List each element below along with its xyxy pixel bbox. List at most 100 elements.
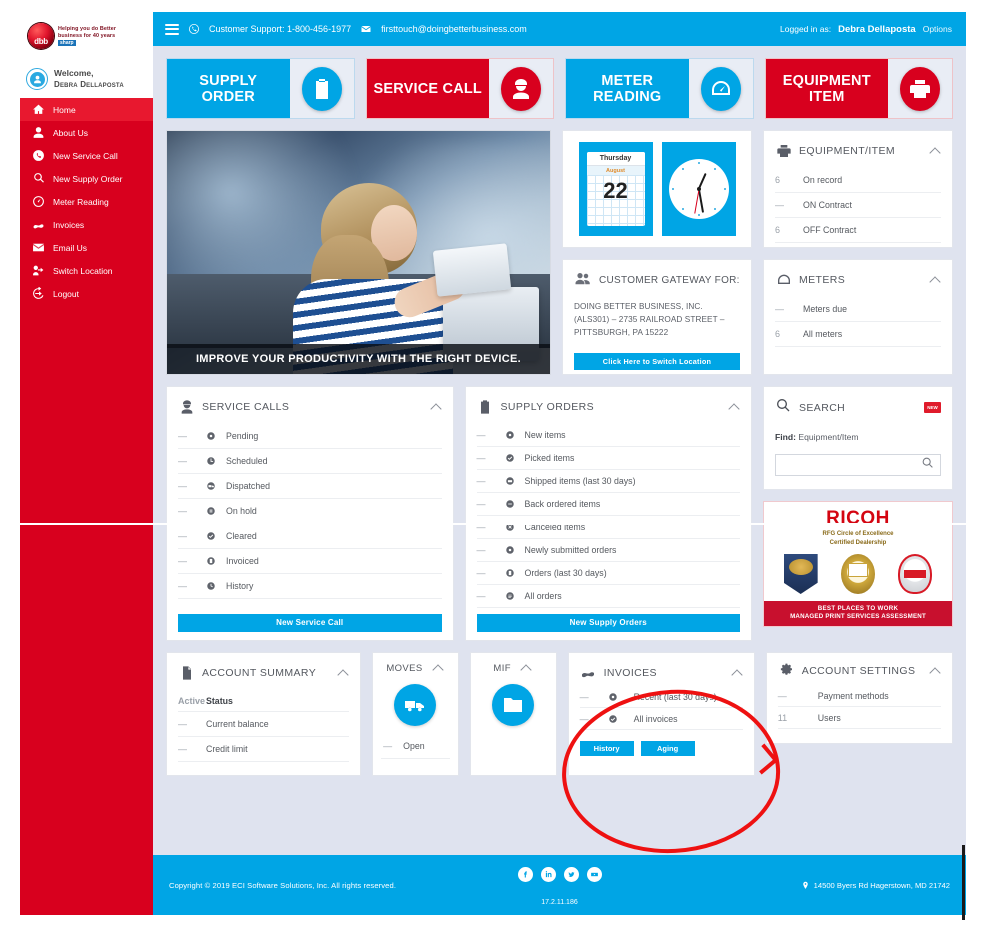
row-label: Recent (last 30 days) [633,691,717,702]
moving-truck-icon[interactable] [394,684,437,726]
row-label: Credit limit [206,744,248,754]
tile-equipment-item[interactable]: EQUIPMENT ITEM [764,58,953,119]
search-input[interactable] [782,459,921,471]
list-item[interactable]: — Orders (last 30 days) [476,562,740,585]
sidebar-item-new-service-call[interactable]: New Service Call [20,144,153,167]
list-item[interactable]: 6 On record [775,168,941,193]
list-item[interactable]: 11 Users [777,707,942,729]
sidebar-item-invoices[interactable]: Invoices [20,213,153,236]
list-item[interactable]: — Picked items [476,447,740,470]
chevron-up-icon[interactable] [729,401,741,413]
chevron-up-icon[interactable] [521,662,533,674]
list-item[interactable]: — Shipped items (last 30 days) [476,470,740,493]
list-item[interactable]: — Back ordered items [476,493,740,516]
linkedin-icon[interactable] [540,867,556,882]
search-input-wrap[interactable] [775,454,941,476]
row-label: Back ordered items [524,499,601,509]
list-item[interactable]: — Dispatched [178,474,442,499]
ricoh-award-banner[interactable]: RICOH RFG Circle of Excellence Certified… [763,501,953,627]
new-service-call-button[interactable]: New Service Call [178,614,442,632]
calendar-month: August [586,166,645,175]
table-row[interactable]: — Current balance [178,712,350,737]
col-status: Status [206,695,233,706]
invoice-icon [32,218,45,231]
list-item[interactable]: — Meters due [775,297,941,322]
doc-icon [505,568,525,578]
circle-dot-icon [608,692,634,702]
search-submit-icon[interactable] [921,456,934,474]
list-item[interactable]: — Newly submitted orders [476,539,740,562]
clipboard-icon [477,398,494,415]
new-supply-orders-button[interactable]: New Supply Orders [476,614,740,632]
folder-icon[interactable] [492,684,535,726]
list-item[interactable]: — On hold [178,499,442,524]
row-count: — [476,476,486,486]
email-text[interactable]: firsttouch@doingbetterbusiness.com [381,24,527,34]
list-item[interactable]: 6 OFF Contract [775,218,941,243]
twitter-icon[interactable] [563,867,579,882]
find-value[interactable]: Equipment/Item [798,432,858,442]
tagline-line2: business for 40 years [58,33,116,39]
sidebar-item-email-us[interactable]: Email Us [20,236,153,259]
middle-column: Thursday August 22 CUSTOMER GATEWAY FOR:… [562,130,752,375]
list-item[interactable]: — Cleared [178,524,442,549]
chevron-up-icon[interactable] [930,665,942,677]
sidebar-item-about-us[interactable]: About Us [20,121,153,144]
sidebar-item-meter-reading[interactable]: Meter Reading [20,190,153,213]
dashboard-row-1: IMPROVE YOUR PRODUCTIVITY WITH THE RIGHT… [166,130,953,375]
sidebar-item-switch-location[interactable]: Switch Location [20,259,153,282]
list-item[interactable]: — Scheduled [178,449,442,474]
chevron-up-icon[interactable] [338,667,350,679]
hamburger-icon[interactable] [165,23,179,35]
tile-meter-reading[interactable]: METER READING [565,58,754,119]
options-link[interactable]: Options [923,24,952,34]
hero-banner[interactable]: IMPROVE YOUR PRODUCTIVITY WITH THE RIGHT… [166,130,551,375]
tile-service-call[interactable]: SERVICE CALL [365,58,554,119]
list-item[interactable]: — ON Contract [775,193,941,218]
card-title: ACCOUNT SUMMARY [202,666,317,679]
application-window: Helping you do Better business for 40 ye… [0,0,986,927]
invoices-aging-button[interactable]: Aging [640,741,695,756]
table-row[interactable]: — Credit limit [178,737,350,762]
sidebar-item-home[interactable]: Home [20,98,153,121]
truck-icon [206,481,226,491]
list-item[interactable]: — All invoices [579,708,743,730]
chevron-up-icon[interactable] [930,145,942,157]
facebook-icon[interactable] [517,867,533,882]
supply-orders-card: SUPPLY ORDERS — New items — Picked items —… [464,386,752,641]
list-item[interactable]: — New items [476,424,740,447]
list-item[interactable]: — All orders [476,585,740,608]
chevron-up-icon[interactable] [433,662,445,674]
list-item[interactable]: — Recent (last 30 days) [579,686,743,708]
tile-label: SUPPLY ORDER [167,59,290,118]
row-count: — [476,430,486,440]
award-bar-line2: MANAGED PRINT SERVICES ASSESSMENT [790,613,926,620]
account-settings-card: ACCOUNT SETTINGS — Payment methods 11 Us… [765,652,954,744]
status-badge: NEW [924,402,941,413]
col-active: Active [178,695,206,706]
list-item[interactable]: — History [178,574,442,599]
list-item[interactable]: — Open [381,734,450,759]
doc-icon [206,556,226,566]
sidebar-item-logout[interactable]: Logout [20,282,153,305]
main-area: Customer Support: 1-800-456-1977 firstto… [153,12,966,915]
tile-supply-order[interactable]: SUPPLY ORDER [166,58,355,119]
dashboard-row-2: SERVICE CALLS — Pending — Scheduled — Dispa… [166,386,953,641]
invoices-history-button[interactable]: History [579,741,634,756]
clock-icon [206,456,226,466]
sidebar-item-new-supply-order[interactable]: New Supply Order [20,167,153,190]
list-item[interactable]: — Canceled items [476,516,740,539]
chevron-up-icon[interactable] [732,667,744,679]
list-item[interactable]: — Pending [178,424,442,449]
brand-tagline: Helping you do Better business for 40 ye… [58,26,116,46]
chevron-up-icon[interactable] [930,274,942,286]
dashboard-row-3: ACCOUNT SUMMARY Active Status — Current … [166,652,954,776]
switch-location-button[interactable]: Click Here to Switch Location [574,353,740,370]
brand-logo[interactable]: Helping you do Better business for 40 ye… [20,12,153,60]
youtube-icon[interactable] [586,867,602,882]
list-item[interactable]: — Payment methods [777,685,942,707]
chevron-up-icon[interactable] [431,401,443,413]
list-item[interactable]: — Invoiced [178,549,442,574]
right-column-2: SEARCH NEW Find: Equipment/Item RICOH RF… [763,386,953,641]
list-item[interactable]: 6 All meters [775,322,941,347]
